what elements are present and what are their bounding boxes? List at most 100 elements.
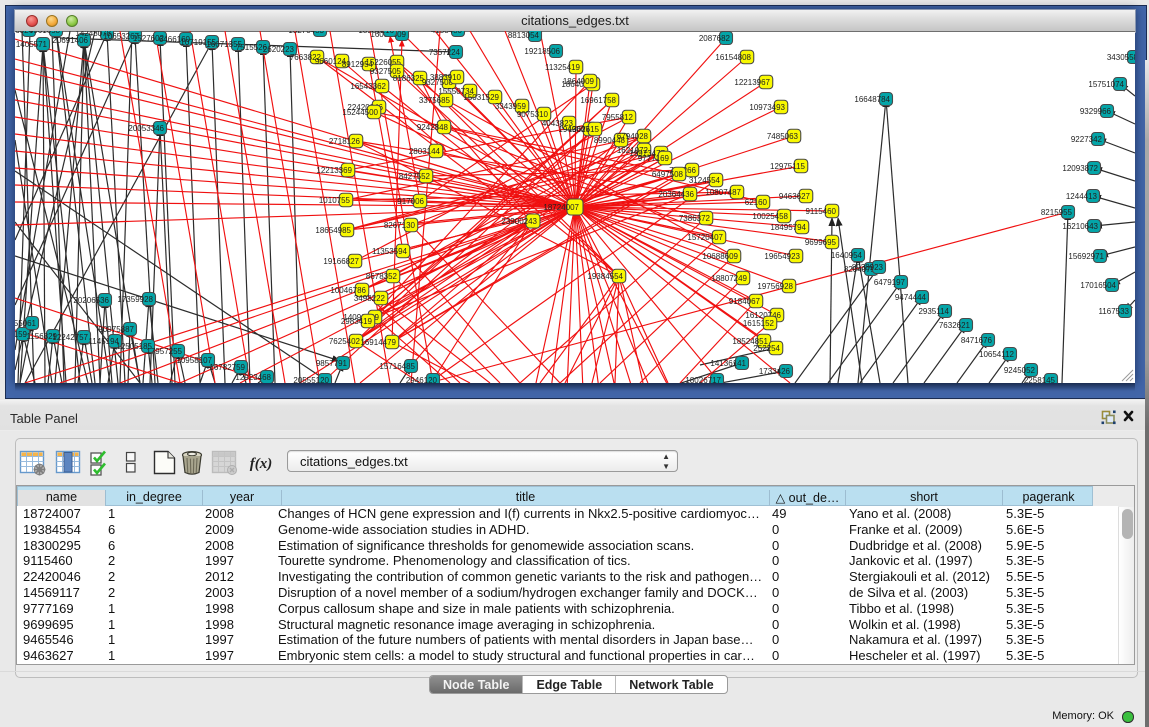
svg-text:18654985: 18654985 xyxy=(315,226,351,235)
svg-text:8427552: 8427552 xyxy=(399,172,431,181)
svg-text:3375685: 3375685 xyxy=(419,96,451,105)
svg-text:9857791: 9857791 xyxy=(316,359,348,368)
svg-text:9777169: 9777169 xyxy=(638,154,670,163)
svg-text:16543362: 16543362 xyxy=(350,82,386,91)
svg-text:17957255: 17957255 xyxy=(146,347,182,356)
svg-text:20555120: 20555120 xyxy=(293,376,329,383)
svg-text:917006: 917006 xyxy=(397,197,424,206)
svg-text:9242848: 9242848 xyxy=(417,123,449,132)
svg-text:18724007: 18724007 xyxy=(543,203,579,212)
svg-text:10973493: 10973493 xyxy=(749,103,785,112)
svg-text:16782759: 16782759 xyxy=(209,363,245,372)
svg-text:2087682: 2087682 xyxy=(699,34,731,43)
svg-text:15751074: 15751074 xyxy=(1088,80,1124,89)
svg-text:8471676: 8471676 xyxy=(961,336,993,345)
svg-text:15031529: 15031529 xyxy=(463,93,499,102)
svg-text:9184067: 9184067 xyxy=(729,297,761,306)
svg-text:16648784: 16648784 xyxy=(854,95,890,104)
svg-text:4158480: 4158480 xyxy=(431,31,463,35)
svg-text:15692971: 15692971 xyxy=(1068,252,1104,261)
svg-text:18026717: 18026717 xyxy=(685,376,721,383)
svg-text:12242757: 12242757 xyxy=(52,333,88,342)
svg-text:1864009: 1864009 xyxy=(563,77,595,86)
svg-text:9227342: 9227342 xyxy=(1071,135,1103,144)
svg-text:18495794: 18495794 xyxy=(770,223,806,232)
svg-text:23900243: 23900243 xyxy=(501,217,537,226)
svg-text:17359928: 17359928 xyxy=(117,295,153,304)
svg-text:11325419: 11325419 xyxy=(545,63,581,72)
svg-text:7386372: 7386372 xyxy=(679,214,711,223)
svg-text:17016504: 17016504 xyxy=(1080,281,1116,290)
svg-text:15716485: 15716485 xyxy=(379,362,415,371)
svg-text:8215955: 8215955 xyxy=(1041,208,1073,217)
svg-text:1167533: 1167533 xyxy=(1098,307,1129,316)
svg-text:2803144: 2803144 xyxy=(409,147,441,156)
svg-text:12975115: 12975115 xyxy=(770,162,806,171)
svg-text:9245052: 9245052 xyxy=(1004,366,1036,375)
svg-text:1405571: 1405571 xyxy=(16,40,48,49)
svg-text:9075310: 9075310 xyxy=(517,110,549,119)
svg-text:10025458: 10025458 xyxy=(752,212,788,221)
svg-text:12213369: 12213369 xyxy=(316,166,352,175)
svg-text:9699695: 9699695 xyxy=(805,238,837,247)
svg-text:20053346: 20053346 xyxy=(128,124,164,133)
svg-text:90975887: 90975887 xyxy=(98,325,134,334)
svg-text:14136141: 14136141 xyxy=(710,359,746,368)
svg-text:12923468: 12923468 xyxy=(235,373,271,382)
svg-text:12093872: 12093872 xyxy=(1062,164,1098,173)
svg-text:1244413: 1244413 xyxy=(1066,192,1098,201)
svg-text:10958107: 10958107 xyxy=(176,356,212,365)
svg-text:f(x): f(x) xyxy=(250,456,273,472)
svg-text:9463627: 9463627 xyxy=(779,192,811,201)
svg-text:18807249: 18807249 xyxy=(711,274,747,283)
svg-text:10654112: 10654112 xyxy=(979,350,1015,359)
svg-text:2946120: 2946120 xyxy=(406,376,438,383)
svg-text:16210643: 16210643 xyxy=(1062,222,1098,231)
svg-text:6479197: 6479197 xyxy=(874,278,906,287)
svg-text:6497508: 6497508 xyxy=(652,170,684,179)
svg-text:7625402: 7625402 xyxy=(329,337,361,346)
svg-text:16961758: 16961758 xyxy=(580,96,616,105)
svg-text:12213967: 12213967 xyxy=(734,78,770,87)
svg-text:8678352: 8678352 xyxy=(366,272,398,281)
svg-text:3498222: 3498222 xyxy=(354,294,386,303)
svg-text:20364436: 20364436 xyxy=(658,190,694,199)
svg-text:1615152: 1615152 xyxy=(743,319,775,328)
svg-text:1640954: 1640954 xyxy=(831,251,863,260)
svg-text:6061658: 6061658 xyxy=(29,31,61,35)
svg-text:2258145: 2258145 xyxy=(1024,376,1056,383)
svg-text:6794028: 6794028 xyxy=(617,132,649,141)
svg-text:10807487: 10807487 xyxy=(705,188,741,197)
svg-text:19756928: 19756928 xyxy=(757,282,793,291)
svg-text:9329966: 9329966 xyxy=(1080,107,1112,116)
svg-text:1362615: 1362615 xyxy=(568,125,600,134)
svg-text:1733426: 1733426 xyxy=(759,367,791,376)
svg-text:20206536: 20206536 xyxy=(73,296,109,305)
svg-text:9115460: 9115460 xyxy=(805,207,836,216)
svg-text:15244500: 15244500 xyxy=(342,108,378,117)
svg-text:3883910: 3883910 xyxy=(430,73,462,82)
svg-text:62160: 62160 xyxy=(745,198,768,207)
svg-text:3124554: 3124554 xyxy=(689,176,721,185)
svg-text:19654923: 19654923 xyxy=(764,252,800,261)
svg-text:16154808: 16154808 xyxy=(715,53,751,62)
svg-text:18981216: 18981216 xyxy=(358,31,394,35)
svg-text:7632621: 7632621 xyxy=(939,321,971,330)
svg-text:9474444: 9474444 xyxy=(895,293,927,302)
svg-text:4355061: 4355061 xyxy=(15,319,37,328)
svg-text:10688609: 10688609 xyxy=(702,252,738,261)
svg-text:2983419: 2983419 xyxy=(341,317,373,326)
svg-text:19218506: 19218506 xyxy=(524,47,560,56)
svg-text:7955812: 7955812 xyxy=(602,113,634,122)
svg-text:3430558: 3430558 xyxy=(1107,53,1135,62)
svg-text:7357224: 7357224 xyxy=(429,48,461,57)
svg-text:16914479: 16914479 xyxy=(360,338,396,347)
svg-text:8813054: 8813054 xyxy=(508,31,540,40)
svg-text:19384554: 19384554 xyxy=(587,272,623,281)
svg-text:2935114: 2935114 xyxy=(918,307,949,316)
svg-text:2718126: 2718126 xyxy=(329,137,361,146)
svg-text:8267130: 8267130 xyxy=(384,221,416,230)
svg-text:15720407: 15720407 xyxy=(687,233,723,242)
svg-text:1145194: 1145194 xyxy=(88,337,119,346)
svg-text:19166827: 19166827 xyxy=(323,257,359,266)
